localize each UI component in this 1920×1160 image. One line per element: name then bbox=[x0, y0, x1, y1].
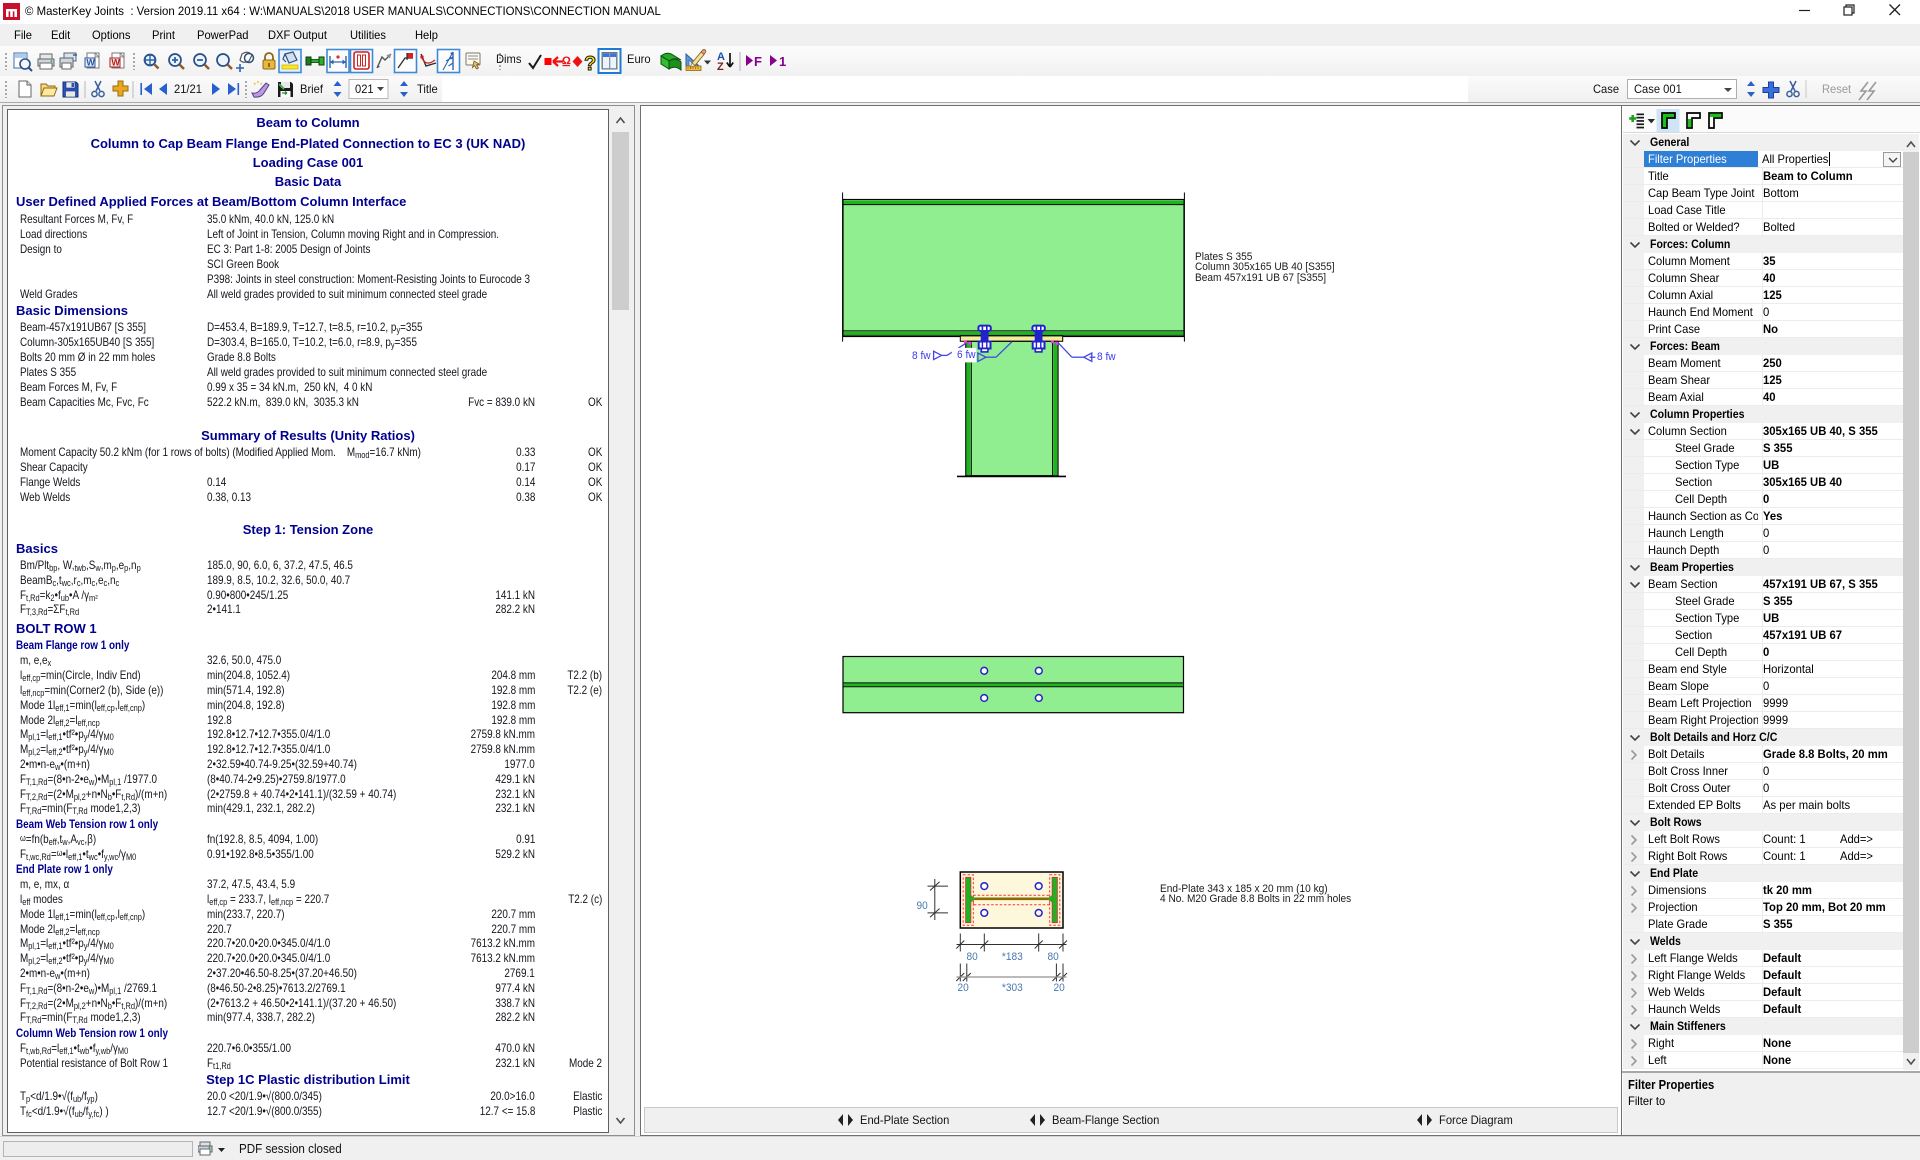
svg-text:Z: Z bbox=[717, 61, 724, 73]
svg-text:W: W bbox=[86, 58, 95, 68]
svg-text:1: 1 bbox=[779, 54, 786, 69]
svg-text:?: ? bbox=[584, 53, 596, 75]
svg-text:W: W bbox=[111, 58, 120, 68]
svg-text:F: F bbox=[754, 54, 762, 69]
